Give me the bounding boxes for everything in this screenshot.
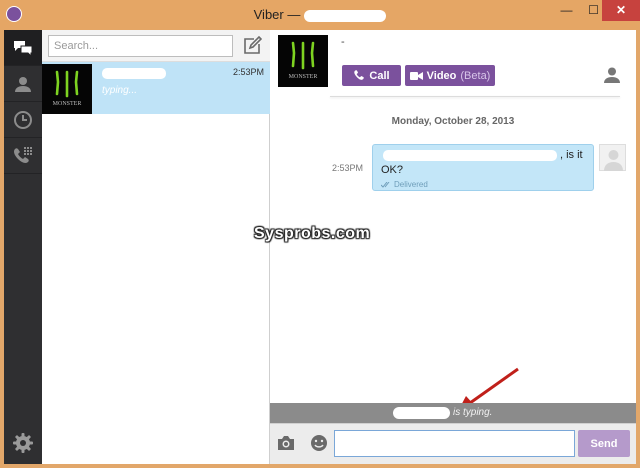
chats-icon bbox=[14, 40, 33, 57]
message-text-line1: , is it bbox=[560, 149, 583, 161]
search-bar bbox=[42, 30, 270, 62]
rail-contacts[interactable] bbox=[4, 66, 42, 102]
video-label: Video bbox=[426, 69, 457, 82]
viber-window: Viber — — ☐ ✕ Search... MONSTER 2:53PM t… bbox=[0, 0, 640, 468]
message-text-line2: OK? bbox=[381, 164, 404, 176]
emoji-button[interactable] bbox=[309, 433, 329, 453]
window-title: Viber — bbox=[0, 7, 640, 22]
smiley-icon bbox=[311, 435, 327, 451]
conversation-time: 2:53PM bbox=[232, 67, 264, 77]
svg-text:MONSTER: MONSTER bbox=[289, 74, 318, 80]
search-input[interactable] bbox=[48, 35, 233, 57]
contact-info-button[interactable] bbox=[603, 66, 621, 84]
app-client: MONSTER 2:53PM typing... bbox=[4, 30, 636, 464]
camera-icon bbox=[278, 436, 294, 450]
person-icon bbox=[604, 67, 620, 83]
chat-header: MONSTER - Call Video (Beta) bbox=[270, 30, 636, 98]
contact-avatar: MONSTER bbox=[42, 64, 92, 114]
camera-button[interactable] bbox=[276, 434, 296, 452]
rail-recents[interactable] bbox=[4, 102, 42, 138]
chat-contact-avatar[interactable]: MONSTER bbox=[278, 35, 328, 87]
close-button[interactable]: ✕ bbox=[602, 0, 640, 21]
compose-icon bbox=[244, 35, 263, 54]
video-camera-icon bbox=[409, 71, 423, 80]
watermark-text: Sysprobs.com bbox=[254, 225, 371, 242]
conversation-item[interactable]: MONSTER 2:53PM typing... bbox=[42, 62, 270, 114]
person-placeholder-icon bbox=[604, 150, 623, 171]
dialpad-icon bbox=[14, 146, 32, 163]
my-avatar bbox=[599, 144, 626, 171]
conversation-list: MONSTER 2:53PM typing... bbox=[42, 30, 270, 464]
redacted-contact-name bbox=[102, 68, 166, 79]
monster-logo-icon: MONSTER bbox=[278, 35, 328, 87]
redacted-message-text bbox=[383, 150, 557, 161]
rail-dialpad[interactable] bbox=[4, 138, 42, 174]
chat-panel: MONSTER - Call Video (Beta) Monday, Octo… bbox=[254, 30, 636, 464]
window-title-text: Viber — bbox=[253, 7, 301, 22]
compose-bar: Send bbox=[270, 423, 636, 464]
settings-button[interactable] bbox=[4, 428, 42, 458]
phone-icon bbox=[354, 70, 365, 80]
header-divider bbox=[330, 96, 620, 97]
date-separator: Monday, October 28, 2013 bbox=[391, 116, 515, 127]
monster-logo-icon: MONSTER bbox=[42, 64, 92, 114]
chat-contact-name: - bbox=[341, 36, 345, 48]
recents-icon bbox=[14, 110, 32, 129]
typing-indicator: is typing. bbox=[270, 403, 636, 423]
minimize-button[interactable]: — bbox=[553, 0, 580, 21]
call-button[interactable]: Call bbox=[342, 65, 401, 86]
new-message-button[interactable] bbox=[242, 35, 263, 56]
typing-indicator-text: is typing. bbox=[453, 407, 493, 418]
rail-chats[interactable] bbox=[4, 30, 42, 66]
message-time: 2:53PM bbox=[332, 163, 364, 173]
video-button[interactable]: Video (Beta) bbox=[405, 65, 495, 86]
video-beta-label: (Beta) bbox=[460, 69, 491, 82]
message-input[interactable] bbox=[334, 430, 575, 457]
nav-rail bbox=[4, 30, 42, 464]
message-bubble[interactable]: , is it OK? Delivered bbox=[372, 144, 594, 191]
message-status: Delivered bbox=[381, 180, 428, 189]
contacts-icon bbox=[15, 76, 31, 92]
conversation-status: typing... bbox=[102, 85, 138, 96]
double-check-icon bbox=[381, 181, 390, 188]
message-status-label: Delivered bbox=[394, 180, 428, 189]
send-button[interactable]: Send bbox=[578, 430, 630, 457]
svg-text:MONSTER: MONSTER bbox=[53, 101, 82, 107]
title-bar[interactable]: Viber — — ☐ ✕ bbox=[0, 0, 640, 30]
gear-icon bbox=[13, 433, 33, 453]
call-label: Call bbox=[369, 69, 390, 82]
redacted-typing-name bbox=[393, 407, 450, 419]
redacted-phone-number bbox=[304, 9, 387, 22]
